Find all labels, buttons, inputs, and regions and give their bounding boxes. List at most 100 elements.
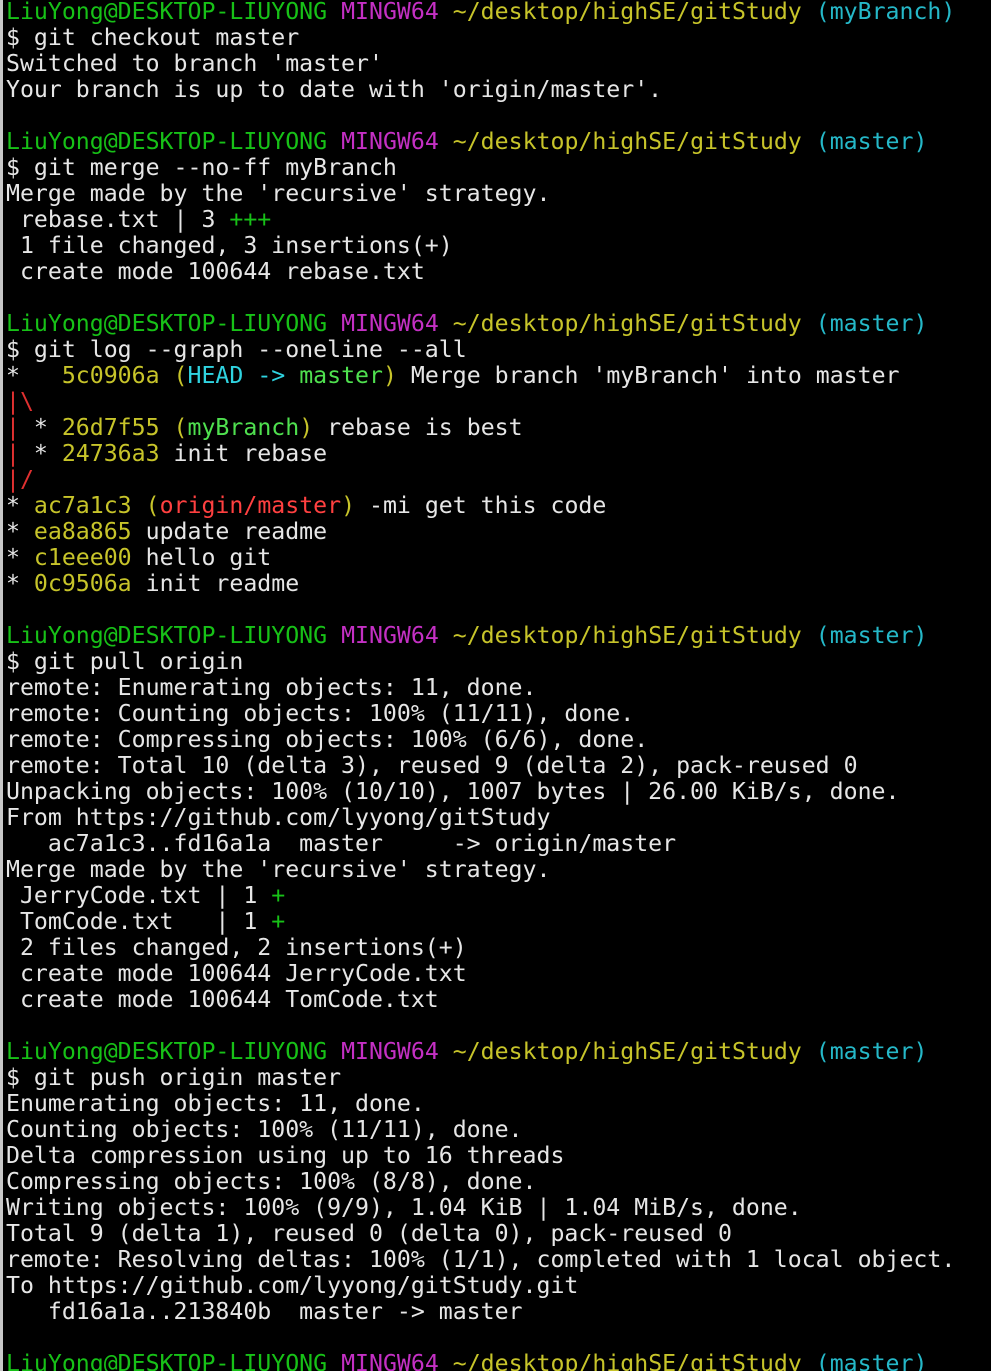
output-text: remote: Counting objects: 100% (11/11), … [6,701,635,727]
output-line: Merge made by the 'recursive' strategy. [6,181,991,207]
prompt-line: LiuYong@DESKTOP-LIUYONG MINGW64 ~/deskto… [6,311,991,337]
prompt-system: MINGW64 [341,1351,439,1371]
commit-line: | * 26d7f55 (myBranch) rebase is best [6,415,991,441]
commit-line: | * 24736a3 init rebase [6,441,991,467]
commit-ref: master [299,363,383,389]
ref-close-paren: ) [299,415,314,441]
output-line: fd16a1a..213840b master -> master [6,1299,991,1325]
output-text: Delta compression using up to 16 threads [6,1143,565,1169]
output-line: To https://github.com/lyyong/gitStudy.gi… [6,1273,991,1299]
graph-node: * [6,493,34,519]
output-text: Switched to branch 'master' [6,51,383,77]
output-text: Your branch is up to date with 'origin/m… [6,77,663,103]
graph-node: * [6,363,62,389]
commit-message: hello git [145,545,272,571]
diffstat-line: JerryCode.txt | 1 + [6,883,991,909]
ref-open-paren: ( [173,363,188,389]
prompt-system: MINGW64 [341,1039,439,1065]
output-line: 2 files changed, 2 insertions(+) [6,935,991,961]
graph-node: | [6,415,34,441]
output-line: Writing objects: 100% (9/9), 1.04 KiB | … [6,1195,991,1221]
output-text: Enumerating objects: 11, done. [6,1091,425,1117]
graph-line: |/ [6,467,991,493]
commit-hash: ac7a1c3 [33,493,132,519]
output-line: Your branch is up to date with 'origin/m… [6,77,991,103]
output-line: Counting objects: 100% (11/11), done. [6,1117,991,1143]
command-text: $ git checkout master [6,25,300,51]
output-line: Delta compression using up to 16 threads [6,1143,991,1169]
commit-line: * 0c9506a init readme [6,571,991,597]
prompt-path: ~/desktop/highSE/gitStudy [452,623,802,649]
prompt-branch: (master) [815,311,928,337]
ref-close-paren: ) [382,363,397,389]
prompt-path: ~/desktop/highSE/gitStudy [452,129,802,155]
prompt-line: LiuYong@DESKTOP-LIUYONG MINGW64 ~/deskto… [6,623,991,649]
prompt-system: MINGW64 [341,623,439,649]
diffstat-file: TomCode.txt | 1 [6,909,272,935]
prompt-user-host: LiuYong@DESKTOP-LIUYONG [6,129,328,155]
output-text: create mode 100644 rebase.txt [6,259,425,285]
graph-node: * [6,519,34,545]
output-text: 2 files changed, 2 insertions(+) [6,935,467,961]
commit-hash: 24736a3 [61,441,160,467]
diffstat-file: JerryCode.txt | 1 [6,883,272,909]
graph-line: |\ [6,389,991,415]
output-text: create mode 100644 TomCode.txt [6,987,439,1013]
prompt-path: ~/desktop/highSE/gitStudy [452,1351,802,1371]
graph-node: * [33,441,62,467]
commit-line: * ac7a1c3 (origin/master) -mi get this c… [6,493,991,519]
command-line: $ git checkout master [6,25,991,51]
commit-hash: 0c9506a [33,571,132,597]
graph-node: * [33,415,62,441]
command-line: $ git push origin master [6,1065,991,1091]
commit-message: init readme [145,571,300,597]
prompt-system: MINGW64 [341,0,439,25]
output-line: Unpacking objects: 100% (10/10), 1007 by… [6,779,991,805]
prompt-user-host: LiuYong@DESKTOP-LIUYONG [6,1039,328,1065]
output-line: remote: Total 10 (delta 3), reused 9 (de… [6,753,991,779]
ref-open-paren: ( [145,493,160,519]
commit-hash: c1eee00 [33,545,132,571]
diffstat-plus: + [271,883,286,909]
terminal-window[interactable]: LiuYong@DESKTOP-LIUYONG MINGW64 ~/deskto… [0,0,991,1371]
commit-message: rebase is best [313,415,523,441]
prompt-line: LiuYong@DESKTOP-LIUYONG MINGW64 ~/deskto… [6,1351,991,1371]
prompt-branch: (master) [815,1039,928,1065]
output-text: Compressing objects: 100% (8/8), done. [6,1169,537,1195]
prompt-user-host: LiuYong@DESKTOP-LIUYONG [6,623,328,649]
output-line: create mode 100644 rebase.txt [6,259,991,285]
ref-close-paren: ) [341,493,356,519]
commit-line: * 5c0906a (HEAD -> master) Merge branch … [6,363,991,389]
diffstat-plus: + [271,909,286,935]
prompt-path: ~/desktop/highSE/gitStudy [452,1039,802,1065]
prompt-system: MINGW64 [341,311,439,337]
ref-open-paren: ( [173,415,188,441]
output-line: remote: Counting objects: 100% (11/11), … [6,701,991,727]
terminal-output: LiuYong@DESKTOP-LIUYONG MINGW64 ~/deskto… [6,0,991,1371]
output-line: create mode 100644 JerryCode.txt [6,961,991,987]
commit-message: -mi get this code [355,493,607,519]
output-text: To https://github.com/lyyong/gitStudy.gi… [6,1273,579,1299]
output-line: create mode 100644 TomCode.txt [6,987,991,1013]
command-text: $ git pull origin [6,649,244,675]
output-line: Enumerating objects: 11, done. [6,1091,991,1117]
output-line: ac7a1c3..fd16a1a master -> origin/master [6,831,991,857]
graph-edge: |/ [6,467,34,493]
command-line: $ git pull origin [6,649,991,675]
prompt-line: LiuYong@DESKTOP-LIUYONG MINGW64 ~/deskto… [6,1039,991,1065]
commit-message: update readme [145,519,328,545]
command-text: $ git log --graph --oneline --all [6,337,467,363]
commit-line: * c1eee00 hello git [6,545,991,571]
output-text: remote: Enumerating objects: 11, done. [6,675,537,701]
graph-node: | [6,441,34,467]
output-text: Writing objects: 100% (9/9), 1.04 KiB | … [6,1195,802,1221]
prompt-path: ~/desktop/highSE/gitStudy [452,311,802,337]
output-text: Total 9 (delta 1), reused 0 (delta 0), p… [6,1221,732,1247]
commit-ref: HEAD -> [187,363,300,389]
commit-ref: myBranch [187,415,300,441]
diffstat-line: TomCode.txt | 1 + [6,909,991,935]
